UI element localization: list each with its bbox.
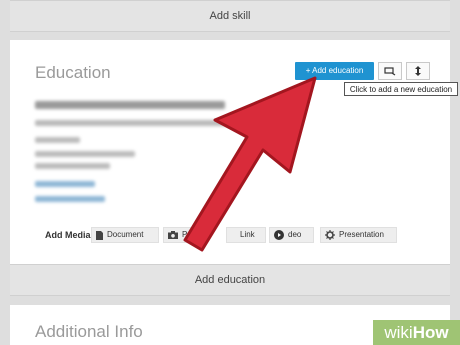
profile-page: Add skill Education + Add education Clic… — [10, 0, 458, 345]
entry-degree-blurred — [35, 120, 240, 126]
camera-icon — [168, 231, 178, 239]
presentation-icon — [325, 230, 335, 240]
media-photo-button[interactable]: P — [163, 227, 201, 243]
entry-link-blurred[interactable] — [35, 196, 105, 202]
tooltip: Click to add a new education — [344, 82, 458, 96]
add-skill-label: Add skill — [209, 10, 251, 22]
entry-line-blurred — [35, 151, 135, 157]
document-icon — [96, 230, 103, 240]
up-down-arrows-icon — [415, 66, 421, 76]
entry-line-blurred — [35, 163, 110, 169]
rectangle-select-icon — [384, 67, 396, 76]
entry-link-blurred[interactable] — [35, 181, 95, 187]
move-section-button[interactable] — [406, 62, 430, 80]
add-skill-button[interactable]: Add skill — [10, 0, 450, 32]
additional-info-title: Additional Info — [35, 322, 143, 341]
entry-dates-blurred — [35, 137, 80, 143]
add-media-label: Add Media: — [45, 230, 94, 240]
add-education-button[interactable]: + Add education — [295, 62, 374, 80]
add-education-bar-label: Add education — [194, 274, 266, 286]
entry-school-blurred — [35, 101, 225, 109]
media-video-button[interactable]: deo — [269, 227, 314, 243]
wikihow-watermark: wikiHow — [373, 320, 460, 345]
education-title: Education — [35, 63, 111, 82]
media-presentation-button[interactable]: Presentation — [320, 227, 397, 243]
media-link-button[interactable]: Link — [226, 227, 266, 243]
video-icon — [274, 230, 284, 240]
media-document-button[interactable]: Document — [91, 227, 159, 243]
reorder-button[interactable] — [378, 62, 402, 80]
add-education-bar[interactable]: Add education — [10, 264, 450, 296]
